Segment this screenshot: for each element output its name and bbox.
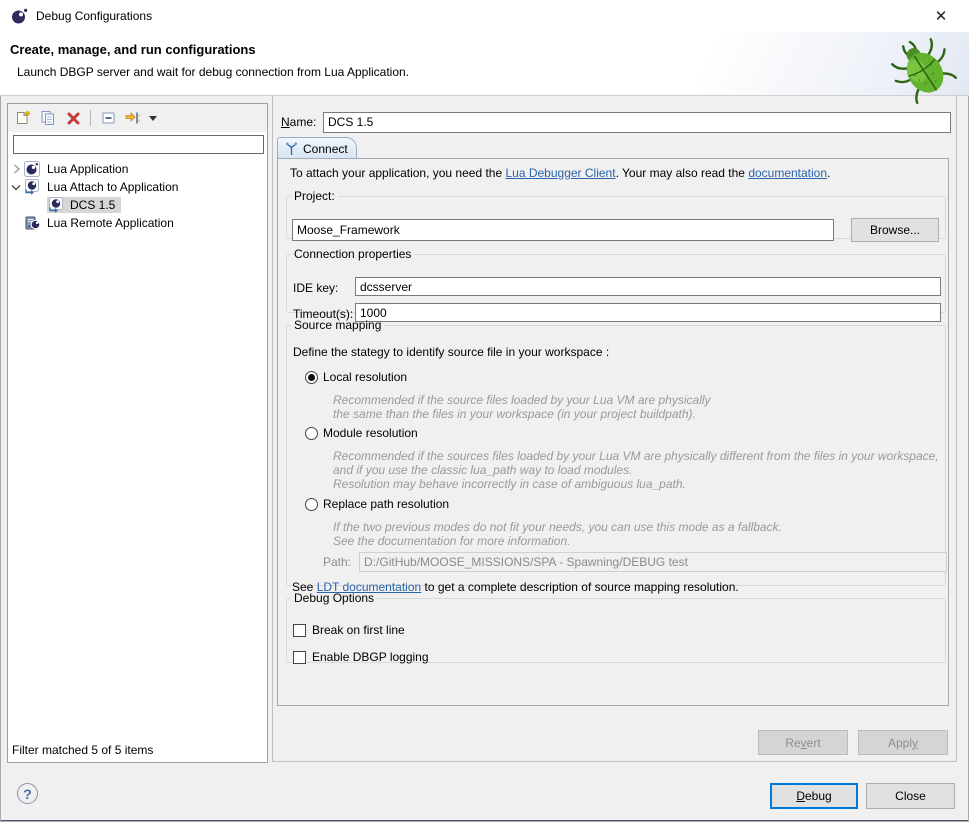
window-title: Debug Configurations (36, 9, 152, 23)
lua-remote-icon (24, 215, 41, 231)
ide-key-input[interactable] (355, 277, 941, 296)
chevron-down-icon[interactable] (8, 184, 24, 191)
documentation-link[interactable]: documentation (748, 166, 827, 180)
tab-connect[interactable]: Connect (277, 137, 357, 159)
page-title: Create, manage, and run configurations (10, 42, 256, 57)
break-on-first-line-label[interactable]: Break on first line (312, 623, 405, 637)
tree-item-label[interactable]: Lua Remote Application (46, 215, 178, 231)
tree-item-label[interactable]: DCS 1.5 (69, 197, 119, 213)
dropdown-caret-icon[interactable] (149, 109, 159, 127)
enable-dbgp-logging-label[interactable]: Enable DBGP logging (312, 650, 429, 664)
connect-icon (285, 142, 298, 156)
lua-attach-icon (24, 179, 41, 195)
replace-path-resolution-radio[interactable] (305, 498, 318, 511)
module-resolution-radio[interactable] (305, 427, 318, 440)
filter-status-text: Filter matched 5 of 5 items (12, 743, 153, 757)
green-bug-icon (885, 26, 963, 107)
break-on-first-line-checkbox[interactable] (293, 624, 306, 637)
close-button[interactable]: Close (866, 783, 955, 809)
tree-item-lua-remote-application[interactable]: Lua Remote Application (8, 214, 267, 232)
lua-application-icon (24, 161, 41, 177)
page-subtitle: Launch DBGP server and wait for debug co… (17, 65, 409, 79)
replace-path-description: If the two previous modes do not fit you… (333, 520, 782, 548)
filter-configurations-icon[interactable] (124, 109, 142, 127)
module-resolution-description: Recommended if the sources files loaded … (333, 449, 939, 491)
debug-options-label: Debug Options (291, 591, 377, 605)
break-on-first-line-row[interactable]: Break on first line (293, 623, 405, 637)
radio-replace-path-resolution[interactable]: Replace path resolution (305, 497, 449, 511)
intro-pre: To attach your application, you need the (290, 166, 505, 180)
source-mapping-label: Source mapping (291, 318, 384, 332)
project-group-label: Project: (291, 189, 338, 203)
configurations-panel: Lua Application Lua Attach to Applicatio… (7, 103, 268, 763)
configurations-toolbar (8, 104, 267, 132)
lua-attach-icon (48, 197, 65, 213)
collapse-all-icon[interactable] (99, 109, 117, 127)
path-input (359, 552, 947, 572)
duplicate-configuration-icon[interactable] (39, 109, 57, 127)
header-banner: Create, manage, and run configurations L… (0, 32, 969, 96)
ide-key-label: IDE key: (293, 281, 338, 295)
debug-options-group: Debug Options Break on first line Enable… (286, 591, 946, 663)
radio-local-resolution[interactable]: Local resolution (305, 370, 407, 384)
tree-item-lua-attach-to-application[interactable]: Lua Attach to Application (8, 178, 267, 196)
tree-item-lua-application[interactable]: Lua Application (8, 160, 267, 178)
source-mapping-group: Source mapping Define the stategy to ide… (286, 318, 946, 586)
toolbar-separator (90, 110, 91, 126)
delete-configuration-icon[interactable] (64, 109, 82, 127)
debug-configurations-dialog: { "window": { "title": "Debug Configurat… (0, 0, 969, 822)
help-icon[interactable]: ? (17, 783, 38, 804)
local-resolution-radio[interactable] (305, 371, 318, 384)
dialog-button-bar: ? Debug Close (0, 762, 969, 820)
connect-tab-content: To attach your application, you need the… (277, 158, 949, 706)
apply-button[interactable]: Apply (858, 730, 948, 755)
lua-app-window-icon (11, 8, 28, 25)
name-input[interactable] (323, 112, 951, 133)
tree-item-label[interactable]: Lua Attach to Application (46, 179, 182, 195)
local-resolution-label[interactable]: Local resolution (323, 370, 407, 384)
new-configuration-icon[interactable] (14, 109, 32, 127)
enable-dbgp-logging-row[interactable]: Enable DBGP logging (293, 650, 429, 664)
intro-mid: . Your may also read the (616, 166, 749, 180)
replace-path-resolution-label[interactable]: Replace path resolution (323, 497, 449, 511)
configuration-detail-panel: Name: Connect To attach your application… (272, 96, 957, 762)
filter-input[interactable] (13, 135, 264, 154)
connection-properties-group: Connection properties IDE key: Timeout(s… (286, 247, 946, 313)
path-label: Path: (323, 555, 351, 569)
strategy-intro-text: Define the stategy to identify source fi… (293, 345, 609, 359)
project-group: Project: Browse... (286, 189, 946, 239)
module-resolution-label[interactable]: Module resolution (323, 426, 418, 440)
revert-button[interactable]: Revert (758, 730, 848, 755)
project-input[interactable] (292, 219, 834, 241)
intro-text: To attach your application, you need the… (290, 166, 830, 180)
configurations-tree: Lua Application Lua Attach to Applicatio… (8, 160, 267, 232)
chevron-right-icon[interactable] (8, 164, 24, 174)
title-bar: Debug Configurations ✕ (0, 0, 969, 32)
debug-button[interactable]: Debug (770, 783, 858, 809)
path-row: Path: (323, 552, 947, 572)
tab-connect-label[interactable]: Connect (303, 142, 348, 156)
enable-dbgp-logging-checkbox[interactable] (293, 651, 306, 664)
connection-properties-label: Connection properties (291, 247, 414, 261)
tree-item-dcs-1-5[interactable]: DCS 1.5 (8, 196, 267, 214)
radio-module-resolution[interactable]: Module resolution (305, 426, 418, 440)
intro-post: . (827, 166, 830, 180)
local-resolution-description: Recommended if the source files loaded b… (333, 393, 711, 421)
browse-button[interactable]: Browse... (851, 218, 939, 242)
lua-debugger-client-link[interactable]: Lua Debugger Client (505, 166, 615, 180)
tree-item-label[interactable]: Lua Application (46, 161, 132, 177)
name-label: Name: (281, 115, 323, 129)
